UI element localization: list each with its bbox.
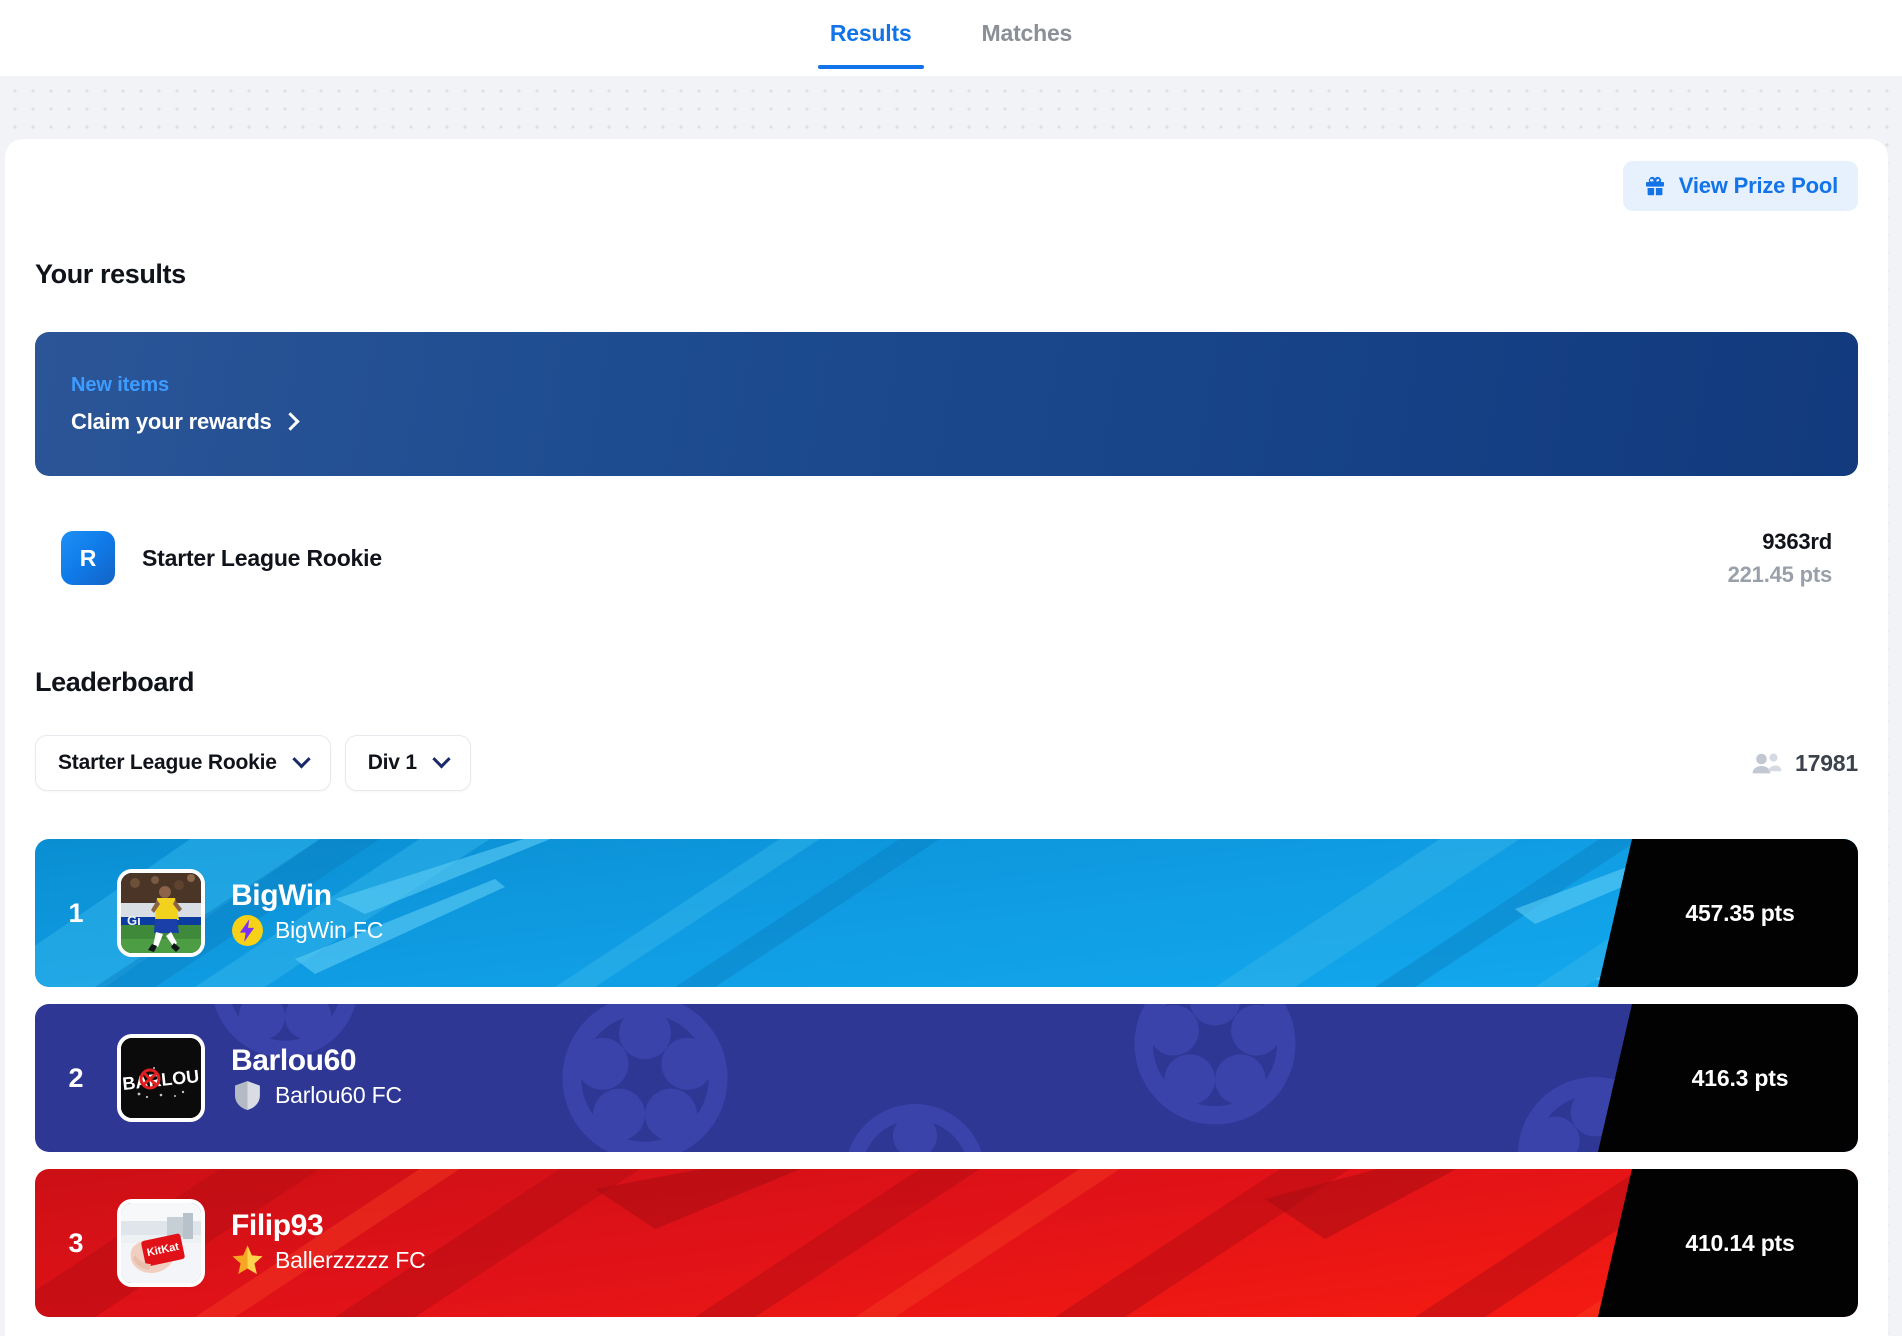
- view-prize-pool-button[interactable]: View Prize Pool: [1622, 161, 1858, 211]
- claim-rewards-banner[interactable]: New items Claim your rewards: [35, 332, 1858, 476]
- row-points-panel: 457.35 pts: [1598, 839, 1858, 987]
- tab-matches[interactable]: Matches: [970, 0, 1085, 69]
- league-filter-select[interactable]: Starter League Rookie: [35, 735, 331, 791]
- my-result-row[interactable]: R Starter League Rookie 9363rd 221.45 pt…: [35, 516, 1858, 600]
- my-result-stats: 9363rd 221.45 pts: [1727, 528, 1833, 588]
- content-card: View Prize Pool Your results New items C…: [5, 139, 1888, 1336]
- row-identity: Filip93 Ballerzzzzz FC: [231, 1209, 426, 1278]
- banner-kicker: New items: [71, 373, 170, 396]
- chevron-right-icon: [280, 412, 300, 431]
- tab-bar: Results Matches: [0, 0, 1902, 76]
- my-points: 221.45 pts: [1727, 561, 1833, 587]
- row-rank: 1: [68, 897, 84, 928]
- participant-count: 17981: [1752, 750, 1858, 777]
- tab-results[interactable]: Results: [817, 0, 924, 69]
- banner-cta-label: Claim your rewards: [71, 408, 272, 434]
- leaderboard-heading: Leaderboard: [35, 667, 195, 697]
- row-points-panel: 416.3 pts: [1598, 1004, 1858, 1152]
- star-badge-icon: [231, 1244, 264, 1277]
- gift-icon: [1643, 174, 1667, 198]
- row-points: 410.14 pts: [1685, 1229, 1795, 1256]
- my-rank: 9363rd: [1762, 528, 1832, 554]
- chevron-down-icon: [292, 749, 311, 768]
- division-filter-value: Div 1: [367, 751, 417, 774]
- row-identity: Barlou60 Barlou60 FC: [231, 1044, 402, 1113]
- row-identity: BigWin BigWin FC: [231, 879, 383, 948]
- leaderboard-row[interactable]: 2 BARLOU Barlou60 Barlou60 FC 416.3 pts: [35, 1004, 1858, 1152]
- leaderboard-row[interactable]: 1 Gi BigWin BigWin FC 457.35 pts: [35, 839, 1858, 987]
- row-rank: 2: [68, 1062, 84, 1093]
- view-prize-pool-label: View Prize Pool: [1678, 173, 1838, 198]
- league-badge: R: [61, 531, 115, 585]
- lightning-badge-icon: [231, 914, 264, 947]
- chevron-down-icon: [432, 749, 451, 768]
- row-points: 416.3 pts: [1691, 1064, 1789, 1091]
- row-team-line: BigWin FC: [231, 914, 383, 947]
- people-icon: [1752, 752, 1782, 774]
- barlou-logo-avatar[interactable]: BARLOU: [117, 1034, 205, 1122]
- row-points: 457.35 pts: [1685, 899, 1795, 926]
- league-filter-value: Starter League Rookie: [58, 751, 277, 774]
- leaderboard-row[interactable]: 3 KitKat Filip93 Ballerzzzzz FC 410.14 p…: [35, 1169, 1858, 1317]
- row-team-name: Barlou60 FC: [275, 1082, 402, 1109]
- participant-count-value: 17981: [1795, 749, 1858, 776]
- leaderboard-filters: Starter League Rookie Div 1 17981: [35, 735, 1858, 791]
- row-team-line: Ballerzzzzz FC: [231, 1244, 426, 1277]
- row-points-panel: 410.14 pts: [1598, 1169, 1858, 1317]
- row-team-name: BigWin FC: [275, 917, 384, 944]
- banner-cta: Claim your rewards: [71, 409, 1822, 435]
- row-username: BigWin: [231, 878, 332, 912]
- row-team-name: Ballerzzzzz FC: [275, 1247, 426, 1274]
- footballer-photo-avatar[interactable]: Gi: [117, 869, 205, 957]
- division-filter-select[interactable]: Div 1: [344, 735, 471, 791]
- kitkat-photo-avatar[interactable]: KitKat: [117, 1199, 205, 1287]
- your-results-heading: Your results: [35, 259, 186, 289]
- row-username: Barlou60: [231, 1043, 357, 1077]
- prize-pool-row: View Prize Pool: [35, 139, 1858, 211]
- leaderboard-list: 1 Gi BigWin BigWin FC 457.35 pts 2 BARLO…: [35, 839, 1858, 1317]
- shield-badge-icon: [231, 1079, 264, 1112]
- row-rank: 3: [68, 1227, 84, 1258]
- league-name: Starter League Rookie: [142, 544, 382, 571]
- row-team-line: Barlou60 FC: [231, 1079, 402, 1112]
- row-username: Filip93: [231, 1208, 324, 1242]
